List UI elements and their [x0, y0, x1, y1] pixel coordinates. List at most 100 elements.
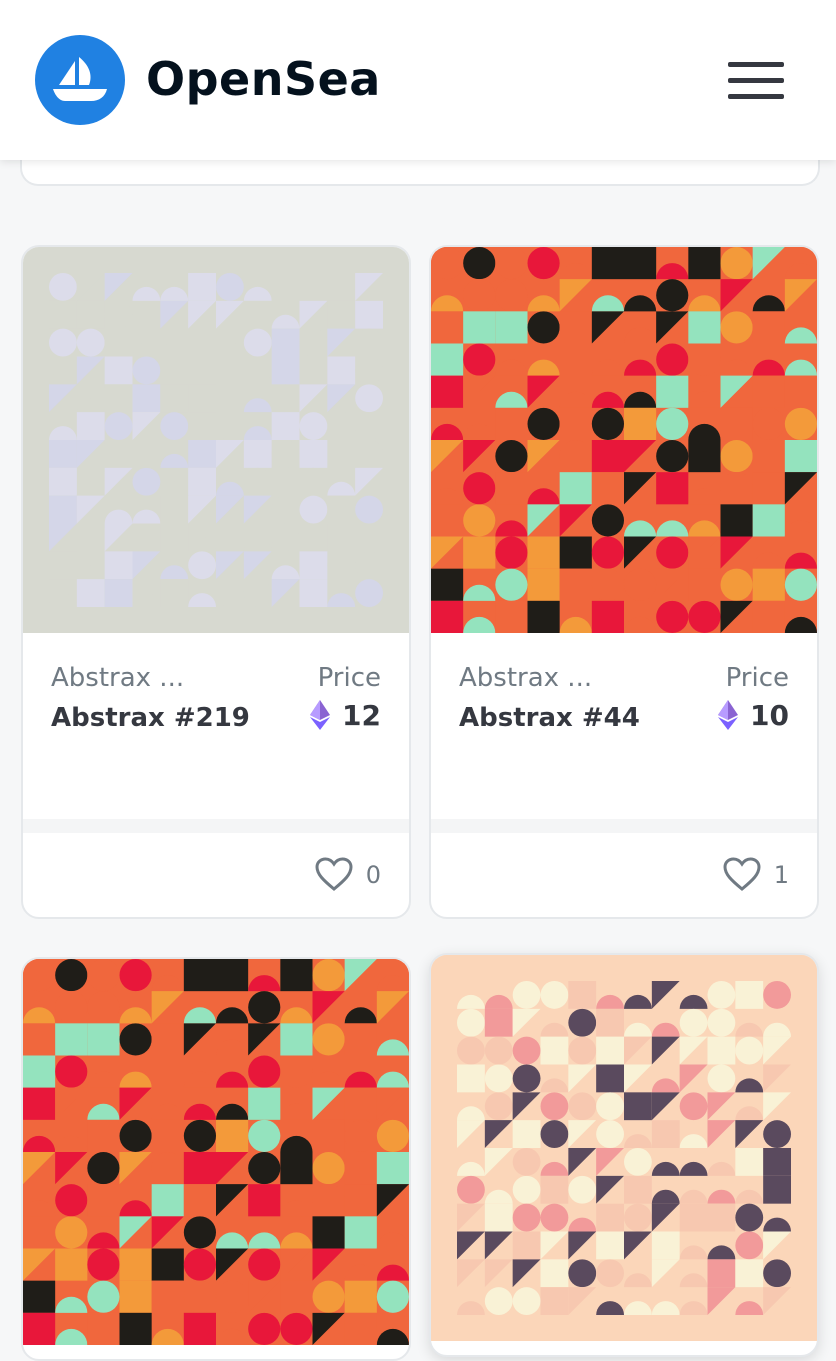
pattern-tile [735, 1148, 764, 1176]
pattern-tile [735, 1203, 764, 1232]
nft-image[interactable] [23, 959, 409, 1345]
pattern-tile [87, 1119, 120, 1152]
brand-name[interactable]: OpenSea [146, 52, 381, 106]
pattern-tile [568, 1175, 597, 1204]
nft-name[interactable]: Abstrax #219 [51, 703, 250, 733]
pattern-tile [512, 1064, 541, 1093]
pattern-tile [183, 1248, 217, 1281]
pattern-tile [55, 1184, 88, 1217]
pattern-tile [327, 356, 356, 385]
pattern-tile [540, 1120, 569, 1148]
pattern-tile [327, 523, 356, 552]
pattern-tile [49, 551, 77, 580]
hamburger-menu-icon[interactable] [728, 62, 784, 100]
pattern-tile [344, 1023, 377, 1056]
pattern-tile [720, 504, 753, 537]
pattern-tile [151, 1152, 184, 1185]
pattern-tile [651, 1231, 680, 1260]
pattern-tile [55, 1023, 88, 1056]
pattern-tile [679, 1008, 708, 1037]
pattern-tile [656, 375, 689, 408]
pattern-tile [160, 412, 189, 440]
pattern-tile [735, 1231, 764, 1260]
pattern-tile [752, 311, 785, 344]
pattern-tile [463, 536, 496, 569]
nft-name[interactable]: Abstrax #44 [459, 703, 640, 733]
pattern-tile [495, 407, 528, 440]
heart-icon[interactable] [723, 857, 761, 891]
pattern-tile [216, 273, 244, 301]
pattern-tile [591, 504, 624, 537]
pattern-tile [55, 991, 88, 1024]
pattern-tile [376, 1152, 409, 1185]
nft-image[interactable] [431, 955, 817, 1341]
pattern-tile [87, 1184, 120, 1217]
pattern-tile [720, 311, 753, 344]
nft-image[interactable] [431, 247, 817, 633]
pattern-tile [104, 356, 133, 385]
pattern-tile [624, 1148, 652, 1176]
pattern-tile [596, 1036, 624, 1065]
nft-card[interactable] [21, 957, 411, 1361]
pattern-tile [591, 536, 624, 569]
pattern-tile [87, 1312, 120, 1345]
pattern-tile [344, 1280, 377, 1313]
pattern-tile [596, 1092, 624, 1121]
pattern-tile [656, 600, 689, 633]
pattern-tile [87, 1280, 120, 1313]
pattern-tile [540, 1036, 569, 1065]
pattern-tile [299, 440, 328, 468]
pattern-tile [119, 1312, 152, 1345]
opensea-logo[interactable] [35, 35, 125, 125]
pattern-tile [431, 600, 464, 633]
nft-card[interactable]: Abstrax ... Abstrax #44 Price 10 1 [429, 245, 819, 919]
pattern-tile [463, 472, 496, 505]
nft-image[interactable] [23, 247, 409, 633]
pattern-tile [784, 407, 817, 440]
pattern-tile [540, 1259, 569, 1288]
pattern-tile [752, 407, 785, 440]
collection-name[interactable]: Abstrax ... [51, 663, 184, 693]
pattern-tile [720, 472, 753, 505]
price-row: 10 [718, 697, 789, 733]
pattern-tile [431, 343, 464, 376]
pattern-tile [568, 1092, 597, 1121]
ethereum-icon [310, 700, 331, 730]
heart-icon[interactable] [315, 857, 353, 891]
pattern-tile [299, 356, 328, 385]
pattern-tile [763, 1148, 791, 1176]
pattern-tile [119, 1280, 152, 1313]
pattern-tile [707, 1259, 736, 1288]
pattern-tile [484, 1203, 513, 1232]
pattern-tile [495, 247, 528, 280]
pattern-tile [512, 981, 541, 1009]
pattern-tile [76, 412, 105, 440]
pattern-tile [23, 1312, 56, 1345]
pattern-tile [280, 959, 313, 992]
pattern-tile [312, 1023, 345, 1056]
pattern-tile [248, 1055, 281, 1088]
pattern-tile [784, 440, 817, 473]
pattern-tile [527, 407, 560, 440]
pattern-tile [49, 300, 77, 329]
nft-card[interactable] [429, 953, 819, 1357]
pattern-tile [568, 1259, 597, 1288]
pattern-tile [484, 1287, 513, 1315]
pattern-tile [431, 568, 464, 601]
pattern-tile [188, 467, 216, 496]
pattern-tile [119, 1023, 152, 1056]
collection-name[interactable]: Abstrax ... [459, 663, 592, 693]
pattern-tile [559, 440, 592, 473]
pattern-tile [243, 440, 272, 468]
card-footer: 0 [23, 833, 409, 913]
pattern-tile [216, 356, 244, 385]
nft-card[interactable]: Abstrax ... Abstrax #219 Price 12 0 [21, 245, 411, 919]
pattern-tile [527, 568, 560, 601]
pattern-tile [752, 375, 785, 408]
pattern-tile [540, 1203, 569, 1232]
pattern-tile [132, 384, 161, 413]
pattern-tile [495, 536, 528, 569]
like-count: 0 [365, 861, 381, 889]
pattern-tile [183, 1280, 217, 1313]
pattern-tile [596, 1064, 624, 1093]
